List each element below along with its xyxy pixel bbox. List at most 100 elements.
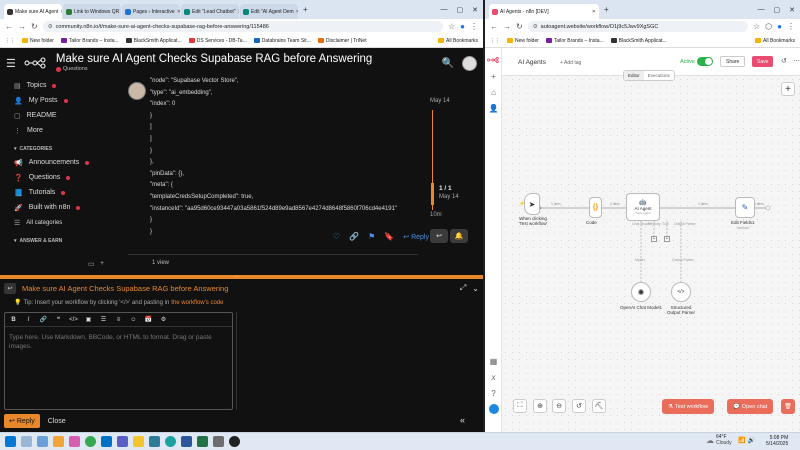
- reload-icon[interactable]: ↻: [31, 22, 38, 31]
- maximize-icon[interactable]: ▢: [457, 6, 464, 14]
- back-icon[interactable]: ←: [5, 22, 13, 31]
- forward-icon[interactable]: →: [18, 22, 26, 31]
- file-explorer-icon[interactable]: [133, 436, 144, 447]
- tab-edit-agent[interactable]: Edit "AI Agent Dem ✕: [240, 4, 298, 19]
- star-icon[interactable]: ☆: [448, 22, 455, 31]
- search-icon[interactable]: [21, 436, 32, 447]
- profile-icon[interactable]: ●: [777, 22, 782, 31]
- close-tab-icon[interactable]: ✕: [60, 9, 62, 15]
- settings-icon[interactable]: [213, 436, 224, 447]
- collapse-icon[interactable]: ⌄: [472, 284, 479, 293]
- teams-icon[interactable]: [117, 436, 128, 447]
- n8n-logo-icon[interactable]: [24, 57, 48, 69]
- clock[interactable]: 5:08 PM 5/14/2025: [766, 435, 788, 447]
- sidebar-item-my-posts[interactable]: 👤 My Posts: [14, 93, 112, 108]
- forward-icon[interactable]: →: [503, 22, 511, 31]
- zoom-out-button[interactable]: ⊖: [552, 399, 566, 413]
- new-tab-button[interactable]: +: [600, 5, 613, 14]
- fullscreen-icon[interactable]: ⤢: [460, 283, 466, 293]
- sidebar-item-more[interactable]: ⋮ More: [14, 123, 112, 138]
- test-workflow-button[interactable]: ⚗ Test workflow: [662, 399, 714, 414]
- flag-icon[interactable]: ⚑: [368, 232, 375, 241]
- timeline-ago[interactable]: 10m: [430, 212, 442, 218]
- category-all[interactable]: ☰ All categories: [14, 215, 112, 230]
- like-icon[interactable]: ♡: [333, 232, 340, 241]
- menu-icon[interactable]: ⋮: [470, 22, 478, 31]
- system-tray[interactable]: 📶 🔊: [738, 437, 755, 444]
- close-composer-button[interactable]: Close: [48, 418, 66, 425]
- task-view-icon[interactable]: [53, 436, 64, 447]
- account-avatar[interactable]: [485, 401, 502, 417]
- category-built-with[interactable]: 🚀 Built with n8n: [14, 200, 112, 215]
- composer-topic-title[interactable]: Make sure AI Agent Checks Supabase RAG b…: [22, 284, 228, 293]
- reply-post-button[interactable]: ↩ Reply: [403, 233, 429, 241]
- node-ai-agent[interactable]: 🤖 AI Agent Tools Agent: [626, 193, 660, 221]
- timeline-handle[interactable]: [431, 183, 434, 205]
- bullet-list-button[interactable]: ☰: [97, 315, 110, 325]
- add-tag-link[interactable]: + Add tag: [560, 60, 581, 66]
- categories-header[interactable]: ▾ CATEGORIES: [14, 143, 112, 155]
- bookmark-item[interactable]: Tailor Brands – Insta...: [60, 38, 119, 44]
- bookmark-item[interactable]: Disclaimer | TriNet: [317, 38, 367, 44]
- tab-editor[interactable]: Editor: [624, 71, 644, 80]
- category-announcements[interactable]: 📢 Announcements: [14, 155, 112, 170]
- widgets-icon[interactable]: [37, 436, 48, 447]
- chrome-icon[interactable]: [85, 436, 96, 447]
- bookmark-item[interactable]: BlackSmith Applicat...: [125, 38, 182, 44]
- composer-grabber[interactable]: ⋯: [230, 275, 244, 279]
- workflow-name[interactable]: AI Agents: [518, 59, 546, 66]
- link-icon[interactable]: 🔗: [349, 232, 359, 241]
- home-icon[interactable]: ⌂: [485, 84, 502, 100]
- copilot-icon[interactable]: [69, 436, 80, 447]
- bookmark-item[interactable]: Tailor Brands – Insta...: [545, 38, 604, 44]
- help-icon[interactable]: ?: [485, 385, 502, 401]
- close-tab-icon[interactable]: ✕: [177, 9, 180, 15]
- tab-forum[interactable]: Make sure AI Agent✕: [4, 4, 62, 19]
- menu-icon[interactable]: ⋮: [787, 22, 795, 31]
- bookmark-icon[interactable]: 🔖: [384, 232, 394, 241]
- bookmark-item[interactable]: DS Services - DB-Ta...: [188, 38, 247, 44]
- variables-icon[interactable]: x: [485, 369, 502, 385]
- active-toggle[interactable]: [697, 57, 713, 66]
- site-info-icon[interactable]: ⚙: [533, 24, 538, 30]
- blockquote-button[interactable]: ❝: [52, 315, 65, 325]
- site-info-icon[interactable]: ⚙: [48, 24, 53, 30]
- search-icon[interactable]: 🔍: [442, 58, 454, 69]
- mail-icon[interactable]: [101, 436, 112, 447]
- minimize-icon[interactable]: —: [441, 6, 448, 14]
- node-openai-chat-model[interactable]: ✺: [631, 282, 651, 302]
- bookmark-item[interactable]: Databrains Team Sit...: [253, 38, 311, 44]
- app-icon[interactable]: [229, 436, 240, 447]
- sidebar-add-icon[interactable]: +: [100, 260, 104, 267]
- store-icon[interactable]: [149, 436, 160, 447]
- options-gear-icon[interactable]: ⚙: [157, 315, 170, 325]
- date-button[interactable]: 📅: [142, 315, 155, 325]
- bookmark-item[interactable]: BlackSmith Applicat...: [610, 38, 667, 44]
- tab-edit-lead[interactable]: Edit "Lead Chatbot"✕: [181, 4, 239, 19]
- word-icon[interactable]: [181, 436, 192, 447]
- category-questions[interactable]: ❓ Questions: [14, 170, 112, 185]
- tab-pages[interactable]: Pages › Interactive ✕: [122, 4, 180, 19]
- add-tool-button[interactable]: +: [664, 236, 670, 242]
- profile-icon[interactable]: ●: [460, 22, 465, 31]
- sidebar-item-readme[interactable]: ▢ README: [14, 108, 112, 123]
- bold-button[interactable]: B: [7, 315, 20, 325]
- close-tab-icon[interactable]: ✕: [592, 9, 596, 15]
- extension-icon[interactable]: ⬡: [765, 22, 772, 31]
- star-icon[interactable]: ☆: [753, 22, 760, 31]
- share-button[interactable]: Share: [720, 56, 746, 67]
- apps-icon[interactable]: ⋮⋮: [5, 38, 15, 44]
- templates-icon[interactable]: ▦: [485, 353, 502, 369]
- hamburger-icon[interactable]: ☰: [6, 57, 16, 70]
- answer-earn-header[interactable]: ▾ ANSWER & EARN: [14, 235, 112, 247]
- topic-title[interactable]: Make sure AI Agent Checks Supabase RAG b…: [56, 53, 372, 65]
- hide-preview-icon[interactable]: «: [460, 415, 465, 425]
- reply-topic-icon-button[interactable]: ↩: [430, 229, 448, 243]
- node-edit-fields[interactable]: ✎: [735, 197, 755, 218]
- sidebar-settings-icon[interactable]: ▭: [88, 260, 95, 268]
- category-link[interactable]: Questions: [63, 66, 88, 72]
- edge-icon[interactable]: [165, 436, 176, 447]
- timeline-top-date[interactable]: May 14: [430, 98, 450, 104]
- tab-executions[interactable]: Executions: [644, 71, 674, 80]
- node-manual-trigger[interactable]: ➤: [524, 193, 540, 215]
